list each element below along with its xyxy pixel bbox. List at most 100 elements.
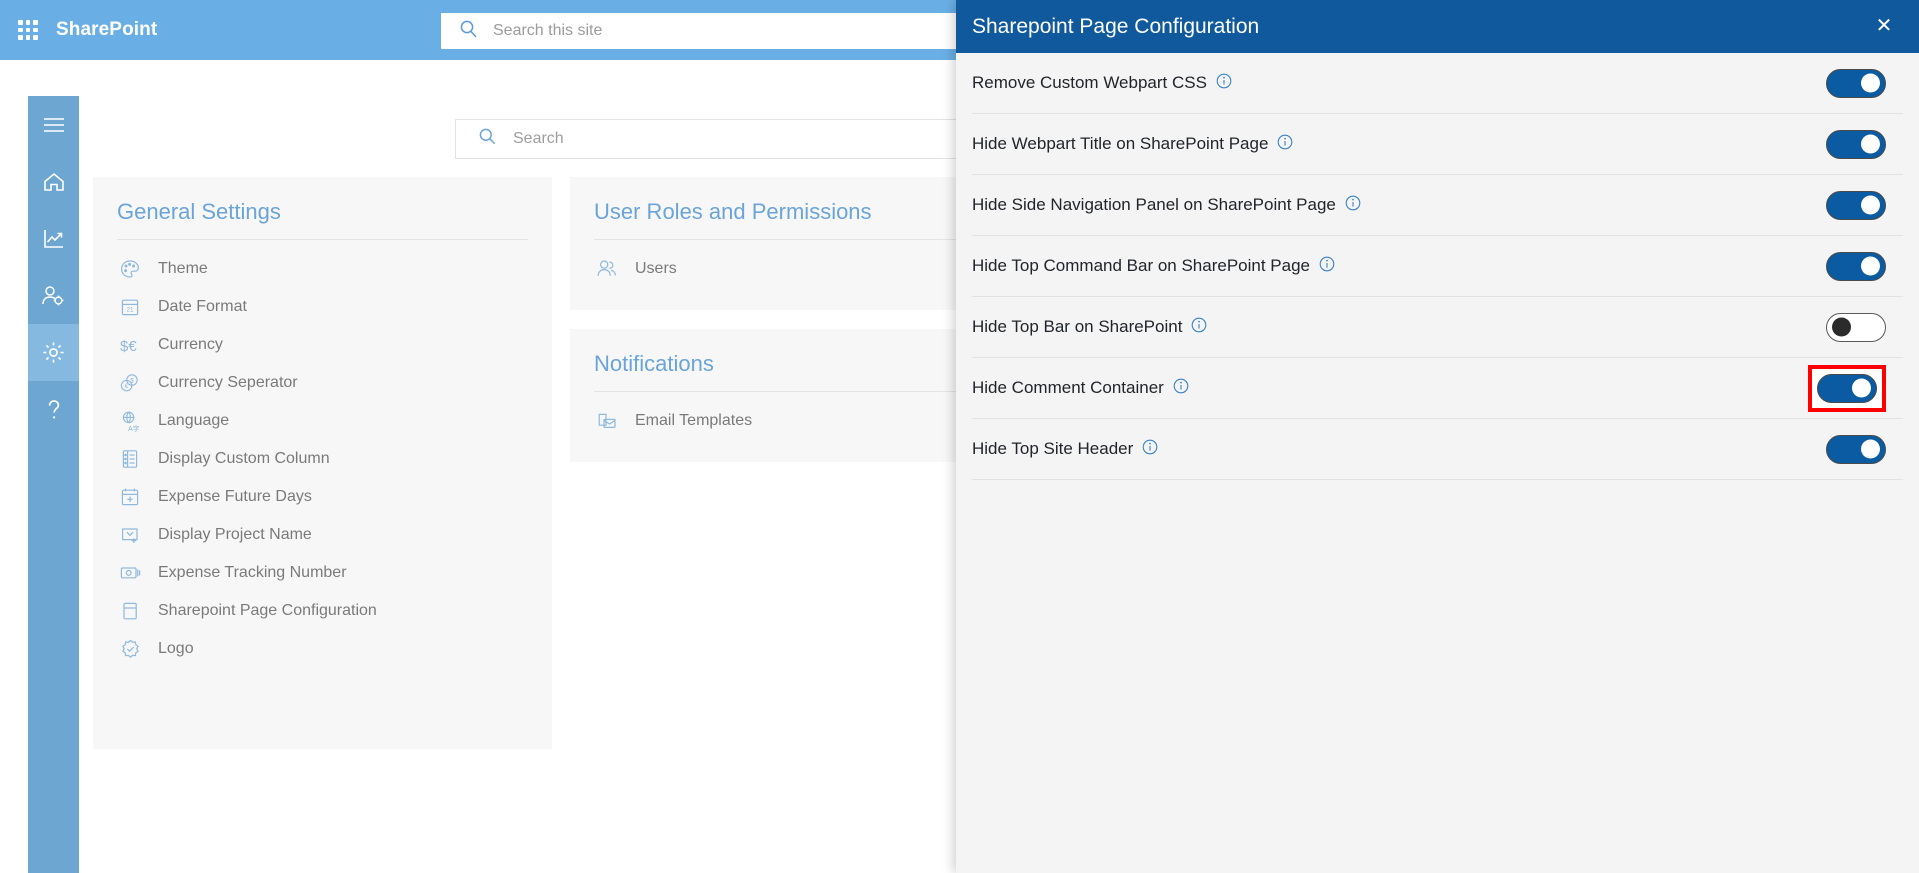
info-icon[interactable] [1142, 439, 1158, 460]
svg-text:$: $ [130, 379, 134, 385]
email-template-icon [594, 408, 620, 434]
site-search-placeholder: Search this site [493, 22, 603, 39]
rail-item-menu[interactable] [28, 96, 79, 153]
menu-item-expense-future-days[interactable]: Expense Future Days [117, 478, 528, 516]
divider [594, 391, 1005, 392]
toggle-knob [1861, 256, 1880, 276]
toggle-switch[interactable] [1826, 129, 1886, 159]
info-icon[interactable] [1345, 195, 1361, 216]
menu-item-language[interactable]: A字 Language [117, 402, 528, 440]
divider [594, 239, 1005, 240]
rail-item-settings[interactable] [28, 324, 79, 381]
toggle-knob [1861, 439, 1880, 459]
gear-icon [41, 340, 66, 365]
project-name-icon [117, 522, 143, 548]
sharepoint-page-configuration-panel: Sharepoint Page Configuration ✕ Remove C… [956, 0, 1919, 873]
panel-header: Sharepoint Page Configuration ✕ [956, 0, 1919, 53]
svg-text:A字: A字 [128, 424, 140, 432]
menu-item-label: Sharepoint Page Configuration [158, 602, 377, 619]
hamburger-menu-icon [42, 116, 66, 134]
menu-item-expense-tracking-number[interactable]: Expense Tracking Number [117, 554, 528, 592]
toggle-knob [1861, 134, 1880, 154]
toggle-label-wrap: Remove Custom Webpart CSS [972, 73, 1232, 94]
toggle-knob [1852, 378, 1871, 398]
toggle-row-hide-side-navigation-panel: Hide Side Navigation Panel on SharePoint… [972, 175, 1903, 236]
menu-item-display-project-name[interactable]: Display Project Name [117, 516, 528, 554]
toggle-knob [1861, 73, 1880, 93]
page-config-icon [117, 598, 143, 624]
calendar-date-icon: 21 [117, 294, 143, 320]
close-icon[interactable]: ✕ [1871, 14, 1897, 40]
rail-item-home[interactable] [28, 153, 79, 210]
divider [117, 239, 528, 240]
toggle-label: Hide Top Bar on SharePoint [972, 317, 1183, 336]
toggle-switch[interactable] [1826, 68, 1886, 98]
currency-dollar-euro-icon: $€ [117, 332, 143, 358]
menu-item-currency-seperator[interactable]: $ € Currency Seperator [117, 364, 528, 402]
toggle-switch[interactable] [1826, 251, 1886, 281]
toggle-label: Hide Comment Container [972, 378, 1164, 397]
info-icon[interactable] [1173, 378, 1189, 399]
palette-icon [117, 256, 143, 282]
menu-item-sharepoint-page-configuration[interactable]: Sharepoint Page Configuration [117, 592, 528, 630]
menu-item-label: Currency [158, 336, 223, 353]
toggle-knob [1832, 317, 1851, 337]
card-title: User Roles and Permissions [594, 199, 872, 224]
menu-item-logo[interactable]: Logo [117, 630, 528, 668]
menu-item-display-custom-column[interactable]: Display Custom Column [117, 440, 528, 478]
menu-item-theme[interactable]: Theme [117, 250, 528, 288]
toggle-label-wrap: Hide Top Command Bar on SharePoint Page [972, 256, 1335, 277]
card-title: Notifications [594, 351, 714, 376]
toggle-row-hide-top-site-header: Hide Top Site Header [972, 419, 1903, 480]
help-question-icon [43, 398, 65, 422]
toggle-row-hide-comment-container: Hide Comment Container [972, 358, 1903, 419]
info-icon[interactable] [1277, 134, 1293, 155]
app-launcher-icon[interactable] [14, 16, 42, 44]
rail-item-user-admin[interactable] [28, 267, 79, 324]
menu-item-label: Currency Seperator [158, 374, 298, 391]
toggle-label: Hide Side Navigation Panel on SharePoint… [972, 195, 1336, 214]
svg-text:$€: $€ [120, 338, 137, 355]
menu-item-label: Expense Tracking Number [158, 564, 347, 581]
toggle-knob [1861, 195, 1880, 215]
menu-item-label: Theme [158, 260, 208, 277]
left-rail [28, 96, 79, 873]
toggle-row-hide-top-bar: Hide Top Bar on SharePoint [972, 297, 1903, 358]
panel-title: Sharepoint Page Configuration [972, 14, 1260, 38]
info-icon[interactable] [1319, 256, 1335, 277]
menu-item-users[interactable]: Users [594, 250, 1005, 288]
list-column-icon [117, 446, 143, 472]
toggle-switch[interactable] [1826, 434, 1886, 464]
rail-item-help[interactable] [28, 381, 79, 438]
toggle-switch[interactable] [1826, 190, 1886, 220]
toggle-label-wrap: Hide Top Bar on SharePoint [972, 317, 1207, 338]
info-icon[interactable] [1216, 73, 1232, 94]
sharepoint-brand[interactable]: SharePoint [56, 19, 157, 41]
money-bill-icon [117, 560, 143, 586]
toggle-label-wrap: Hide Side Navigation Panel on SharePoint… [972, 195, 1361, 216]
rail-item-reports[interactable] [28, 210, 79, 267]
toggle-switch[interactable] [1826, 312, 1886, 342]
card-general-settings: General Settings Theme 21 Date Format $€… [93, 177, 552, 749]
svg-text:21: 21 [127, 307, 134, 314]
menu-item-label: Language [158, 412, 230, 429]
toggle-switch[interactable] [1817, 373, 1877, 403]
menu-item-date-format[interactable]: 21 Date Format [117, 288, 528, 326]
coins-icon: $ € [117, 370, 143, 396]
toggle-label: Hide Top Site Header [972, 439, 1134, 458]
card-title: General Settings [117, 199, 281, 224]
highlight-box [1808, 364, 1886, 412]
info-icon[interactable] [1191, 317, 1207, 338]
menu-item-currency[interactable]: $€ Currency [117, 326, 528, 364]
toggle-row-hide-top-command-bar: Hide Top Command Bar on SharePoint Page [972, 236, 1903, 297]
toggle-label: Remove Custom Webpart CSS [972, 73, 1207, 92]
menu-item-label: Expense Future Days [158, 488, 312, 505]
menu-item-email-templates[interactable]: Email Templates [594, 402, 1005, 440]
home-icon [42, 171, 66, 193]
badge-check-icon [117, 636, 143, 662]
toggle-label: Hide Top Command Bar on SharePoint Page [972, 256, 1310, 275]
analytics-chart-icon [42, 228, 66, 250]
menu-item-label: Date Format [158, 298, 247, 315]
app-root: SharePoint Search this site Search Gener… [0, 0, 1919, 873]
search-placeholder: Search [513, 130, 564, 147]
